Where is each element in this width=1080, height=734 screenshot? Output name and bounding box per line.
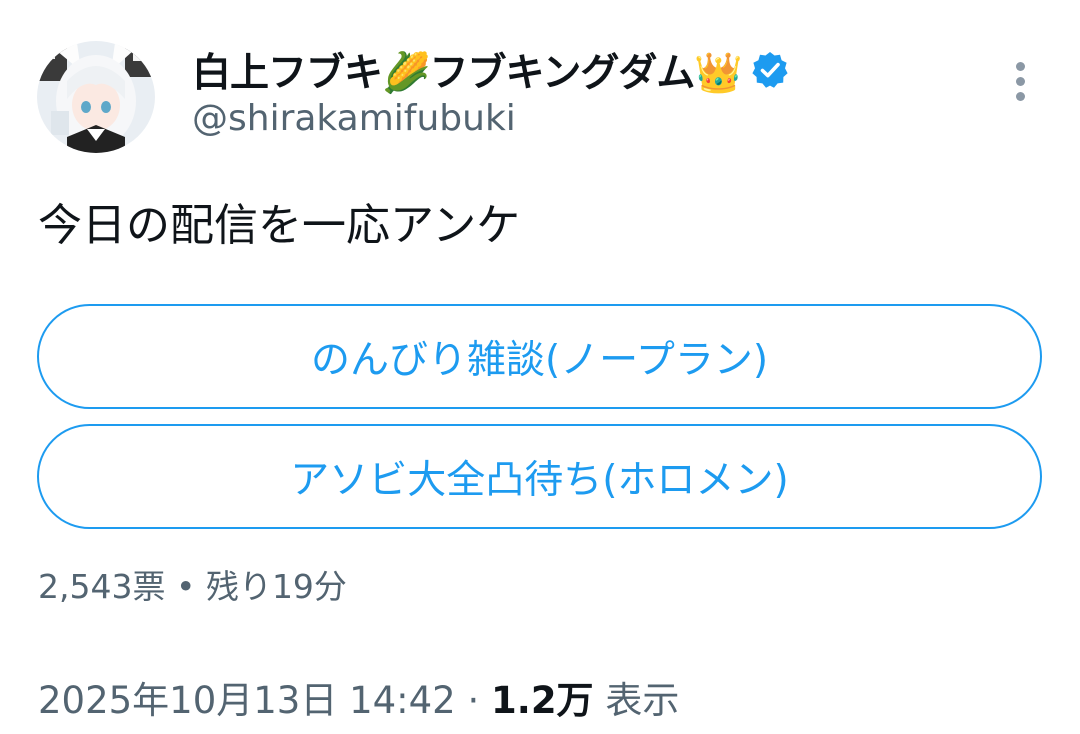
views-count: 1.2万 <box>491 679 594 722</box>
user-handle[interactable]: @shirakamifubuki <box>192 98 516 139</box>
more-dot <box>1016 62 1025 71</box>
poll-meta: 2,543票 • 残り19分 <box>38 560 347 608</box>
poll-option-label: アソビ大全凸待ち(ホロメン) <box>290 457 789 503</box>
poll-option-1[interactable]: のんびり雑談(ノープラン) <box>37 304 1042 409</box>
meta-dot: · <box>455 679 492 722</box>
tweet-metadata: 2025年10月13日 14:42 · 1.2万 表示 <box>38 670 679 724</box>
display-name-row: 白上フブキ🌽フブキングダム👑 <box>192 44 790 96</box>
tweet-timestamp[interactable]: 2025年10月13日 14:42 <box>38 679 456 722</box>
avatar-image <box>37 41 155 153</box>
verified-badge-icon[interactable] <box>750 50 790 90</box>
poll-meta-separator: • <box>165 567 206 606</box>
display-name[interactable]: 白上フブキ🌽フブキングダム👑 <box>192 42 743 98</box>
poll-option-2[interactable]: アソビ大全凸待ち(ホロメン) <box>37 424 1042 529</box>
poll-vote-count: 2,543票 <box>38 567 166 606</box>
more-dot <box>1016 77 1025 86</box>
tweet-card: 白上フブキ🌽フブキングダム👑 @shirakamifubuki 今日の配信を一応… <box>0 0 1080 734</box>
more-dot <box>1016 92 1025 101</box>
poll-option-label: のんびり雑談(ノープラン) <box>310 337 769 383</box>
more-vertical-icon[interactable] <box>1003 60 1037 104</box>
poll-time-left: 残り19分 <box>205 567 347 606</box>
tweet-text: 今日の配信を一応アンケ <box>38 200 521 251</box>
avatar[interactable] <box>37 41 155 153</box>
views-label: 表示 <box>593 679 680 722</box>
